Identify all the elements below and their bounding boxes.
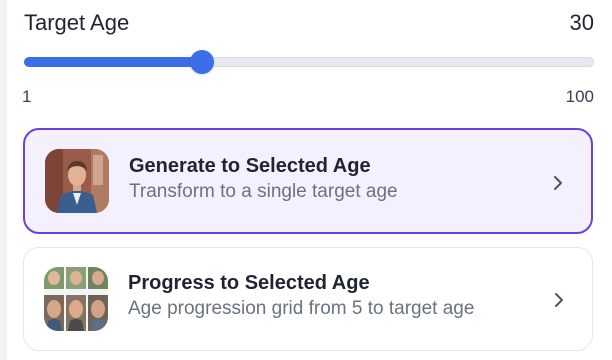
target-age-value: 30 <box>569 10 594 35</box>
left-rail <box>0 0 7 360</box>
option-text: Generate to Selected Age Transform to a … <box>129 154 531 205</box>
age-slider[interactable] <box>24 50 594 74</box>
chevron-right-icon <box>554 176 562 190</box>
option-subtitle: Age progression grid from 5 to target ag… <box>128 298 475 319</box>
portrait-thumbnail <box>45 149 109 213</box>
option-progress-to-selected-age[interactable]: Progress to Selected Age Age progression… <box>23 247 593 351</box>
slider-thumb[interactable] <box>190 50 214 74</box>
chevron-right-icon <box>555 293 563 307</box>
option-text: Progress to Selected Age Age progression… <box>128 271 532 322</box>
slider-min-label: 1 <box>22 87 32 106</box>
option-title: Progress to Selected Age <box>128 272 370 294</box>
slider-max-label: 100 <box>565 87 594 106</box>
slider-fill <box>24 57 202 67</box>
slider-range-labels: 1 100 <box>22 87 594 107</box>
option-generate-to-selected-age[interactable]: Generate to Selected Age Transform to a … <box>23 128 593 234</box>
option-subtitle: Transform to a single target age <box>129 181 398 202</box>
slider-track[interactable] <box>24 57 594 67</box>
age-grid-thumbnail <box>44 267 108 331</box>
target-age-label: Target Age <box>24 10 130 35</box>
target-age-header: Target Age 30 <box>24 8 594 38</box>
option-title: Generate to Selected Age <box>129 155 371 177</box>
